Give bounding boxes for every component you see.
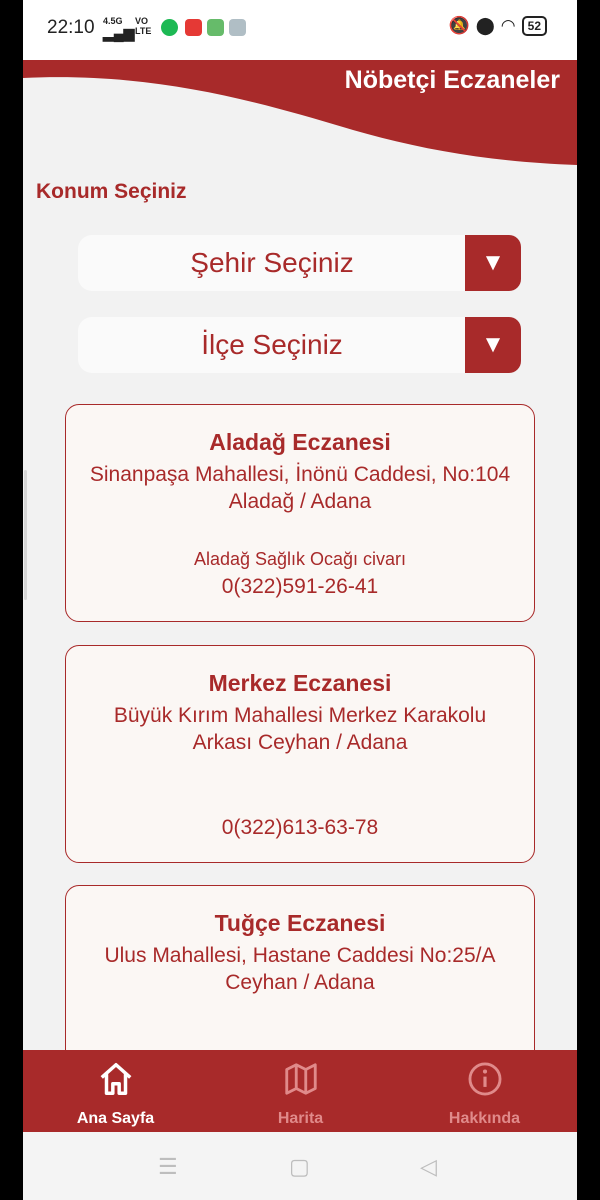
edge-scroll-handle[interactable]: [24, 470, 27, 600]
mute-icon: 🔕: [448, 16, 470, 35]
pharmacy-name: Tuğçe Eczanesi: [214, 910, 386, 936]
pharmacy-note: Aladağ Sağlık Ocağı civarı: [193, 549, 407, 569]
pharmacy-name: Aladağ Eczanesi: [209, 429, 391, 455]
video-app-icon: [185, 19, 202, 36]
district-dropdown[interactable]: İlçe Seçiniz ▼: [78, 317, 521, 373]
city-dropdown[interactable]: Şehir Seçiniz ▼: [78, 235, 521, 291]
page-title: Nöbetçi Eczaneler: [344, 66, 560, 94]
location-icon: ⬤: [475, 16, 495, 35]
home-button-icon[interactable]: ▢: [289, 1154, 310, 1180]
nav-label: Ana Sayfa: [76, 1110, 155, 1127]
signal-icon: ▂▄▆: [103, 25, 135, 41]
spotify-icon: [161, 19, 178, 36]
back-icon[interactable]: ◁: [420, 1154, 437, 1180]
district-dropdown-value: İlçe Seçiniz: [201, 329, 343, 360]
status-bar: 22:10 4.5G ▂▄▆ VO LTE 🔕 ⬤ ◠ 52: [23, 0, 577, 60]
pharmacy-card[interactable]: Merkez Eczanesi Büyük Kırım Mahallesi Me…: [65, 645, 535, 863]
status-time: 22:10: [47, 17, 95, 38]
chevron-down-icon[interactable]: ▼: [465, 317, 521, 373]
pharmacy-phone[interactable]: 0(322)591-26-41: [66, 575, 534, 599]
pharmacy-card[interactable]: Aladağ Eczanesi Sinanpaşa Mahallesi, İnö…: [65, 404, 535, 622]
nav-item-about[interactable]: Hakkında: [392, 1050, 577, 1132]
map-icon: [284, 1063, 317, 1095]
app-notification-icon: [229, 19, 246, 36]
nav-item-home[interactable]: Ana Sayfa: [23, 1050, 208, 1132]
home-icon: [100, 1063, 131, 1095]
system-navigation-bar: ☰ ▢ ◁: [23, 1132, 577, 1200]
network-type: 4.5G ▂▄▆: [103, 16, 135, 41]
chevron-down-icon[interactable]: ▼: [465, 235, 521, 291]
headset-icon: ◠: [500, 16, 516, 35]
nav-item-map[interactable]: Harita: [208, 1050, 393, 1132]
battery-icon: 52: [521, 16, 547, 36]
volte-indicator: VO LTE: [135, 16, 152, 36]
pharmacy-address: Ulus Mahallesi, Hastane Caddesi No:25/A …: [104, 944, 496, 994]
status-icons-right: 🔕 ⬤ ◠ 52: [449, 16, 547, 36]
menu-icon[interactable]: ☰: [158, 1154, 178, 1180]
chat-app-icon: [207, 19, 224, 36]
nav-label: Hakkında: [448, 1110, 521, 1127]
pharmacy-address: Sinanpaşa Mahallesi, İnönü Caddesi, No:1…: [89, 463, 511, 513]
location-section-label: Konum Seçiniz: [36, 180, 187, 203]
city-dropdown-value: Şehir Seçiniz: [190, 247, 354, 278]
pharmacy-name: Merkez Eczanesi: [208, 670, 392, 696]
app-screen: Nöbetçi Eczaneler 22:10 4.5G ▂▄▆ VO LTE …: [23, 0, 577, 1200]
bottom-navigation: Ana Sayfa Harita Hakkında: [23, 1050, 577, 1132]
pharmacy-address: Büyük Kırım Mahallesi Merkez Karakolu Ar…: [113, 704, 487, 754]
info-icon: [468, 1062, 501, 1096]
nav-label: Harita: [277, 1110, 324, 1127]
pharmacy-phone[interactable]: 0(322)613-63-78: [66, 816, 534, 840]
